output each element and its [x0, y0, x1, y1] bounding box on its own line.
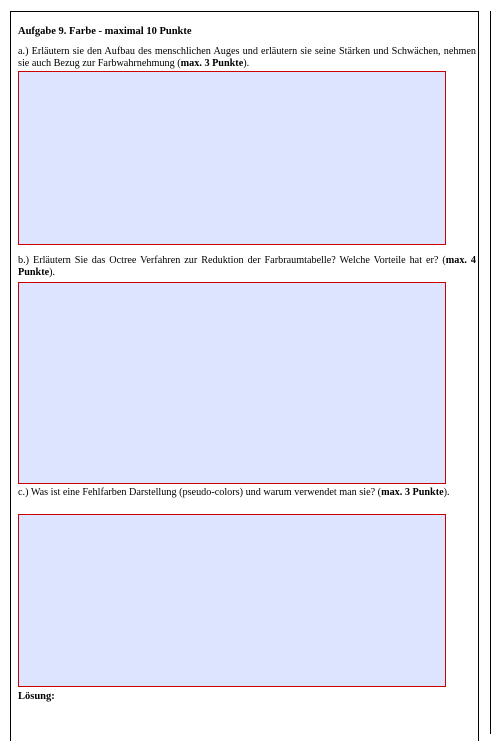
- question-b: b.) Erläutern Sie das Octree Verfahren z…: [18, 255, 476, 279]
- question-c-points: max. 3 Punkte: [381, 487, 444, 498]
- page-right-rule: [490, 11, 491, 734]
- question-b-text: b.) Erläutern Sie das Octree Verfahren z…: [18, 255, 446, 266]
- answer-field-c[interactable]: [18, 514, 446, 687]
- answer-field-a[interactable]: [18, 71, 446, 245]
- question-c-suffix: ).: [443, 487, 450, 498]
- question-a-points: max. 3 Punkte: [180, 58, 244, 69]
- question-b-suffix: ).: [49, 267, 56, 278]
- question-a-suffix: ).: [243, 58, 250, 69]
- question-a: a.) Erläutern sie den Aufbau des menschl…: [18, 46, 476, 70]
- answer-field-b[interactable]: [18, 282, 446, 484]
- question-c: c.) Was ist eine Fehlfarben Darstellung …: [18, 487, 476, 499]
- question-c-text: c.) Was ist eine Fehlfarben Darstellung …: [18, 487, 382, 498]
- exercise-title: Aufgabe 9. Farbe - maximal 10 Punkte: [18, 26, 192, 37]
- solution-label: Lösung:: [18, 691, 55, 702]
